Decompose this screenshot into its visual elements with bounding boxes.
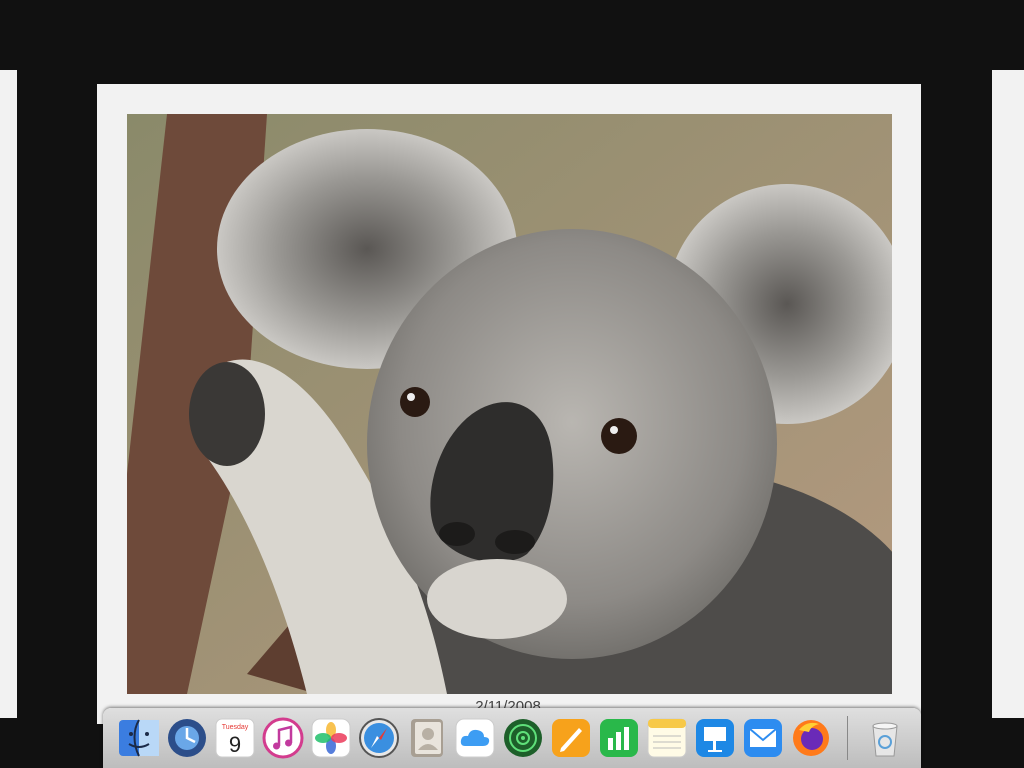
time-machine-icon[interactable] [163,714,211,762]
dock: Tuesday 9 [103,708,921,768]
trash-icon[interactable] [861,714,909,762]
next-photo-card[interactable] [992,70,1024,718]
itunes-icon[interactable] [259,714,307,762]
find-my-icon[interactable] [499,714,547,762]
mail-icon[interactable] [739,714,787,762]
previous-photo-card[interactable] [0,70,17,718]
koala-photo[interactable] [127,114,892,694]
safari-icon[interactable] [355,714,403,762]
finder-icon[interactable] [115,714,163,762]
contacts-icon[interactable] [403,714,451,762]
icloud-icon[interactable] [451,714,499,762]
numbers-icon[interactable] [595,714,643,762]
photo-frame [97,84,921,724]
svg-text:Tuesday: Tuesday [222,724,249,731]
dock-apps: Tuesday 9 [115,714,835,762]
svg-text:9: 9 [229,732,241,757]
keynote-icon[interactable] [691,714,739,762]
notes-icon[interactable] [643,714,691,762]
dock-separator [847,716,848,760]
photos-icon[interactable] [307,714,355,762]
pages-icon[interactable] [547,714,595,762]
calendar-icon[interactable]: Tuesday 9 [211,714,259,762]
firefox-icon[interactable] [787,714,835,762]
